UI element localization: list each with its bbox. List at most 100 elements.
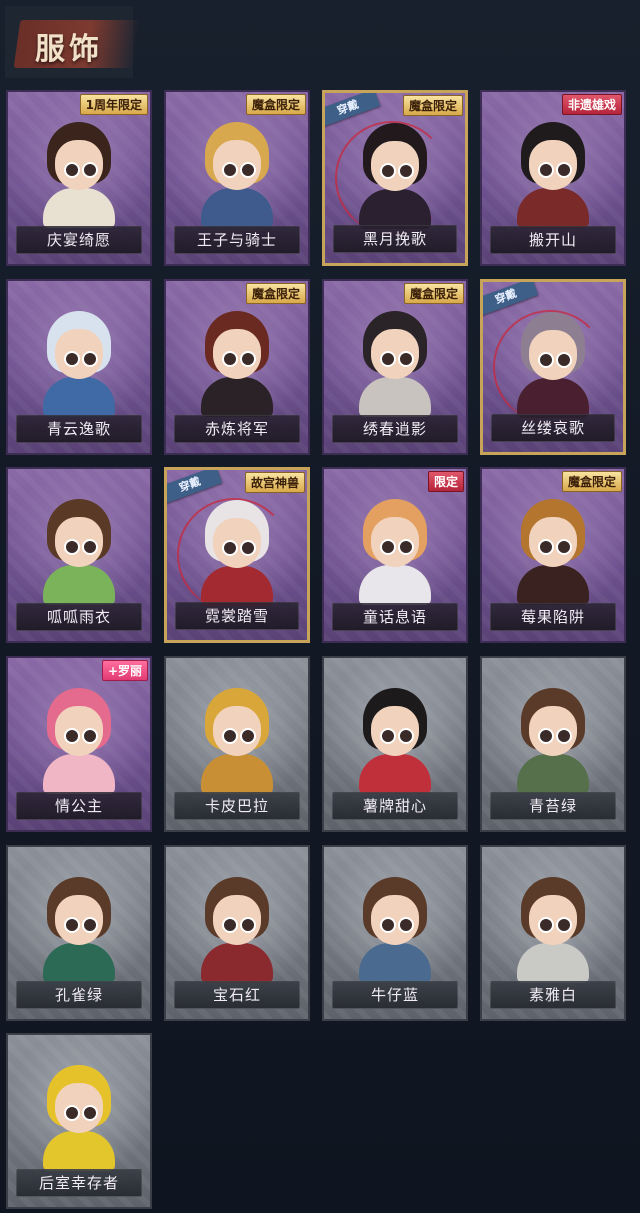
costume-card[interactable]: 魔盒限定 绣春逍影 (322, 279, 468, 455)
portrait-eye (82, 917, 98, 933)
portrait-eye (240, 162, 256, 178)
portrait-eye (64, 1105, 80, 1121)
portrait-body (517, 754, 589, 794)
portrait-eye (538, 352, 554, 368)
costume-card[interactable]: 魔盒限定 王子与骑士 (164, 90, 310, 266)
portrait-eye (398, 163, 414, 179)
portrait-body (43, 188, 115, 228)
costume-card[interactable]: 1周年限定庆宴绮愿 (6, 90, 152, 266)
costume-name: 庆宴绮愿 (16, 226, 142, 254)
portrait-eye (380, 917, 396, 933)
character-portrait (347, 684, 443, 794)
character-portrait (31, 684, 127, 794)
costume-name: 黑月挽歌 (333, 225, 457, 253)
character-portrait (505, 495, 601, 605)
character-portrait (347, 307, 443, 417)
portrait-eye (64, 162, 80, 178)
costume-card[interactable]: 薯牌甜心 (322, 656, 468, 832)
character-portrait (189, 684, 285, 794)
limited-badge: 故宫神兽 (244, 472, 305, 493)
character-portrait (189, 307, 285, 417)
portrait-eye (64, 351, 80, 367)
limited-badge: 魔盒限定 (245, 94, 306, 115)
portrait-eye (240, 351, 256, 367)
costume-name: 孔雀绿 (16, 981, 142, 1009)
portrait-eye (398, 917, 414, 933)
limited-badge: 魔盒限定 (245, 283, 306, 304)
costume-card[interactable]: 限定 童话息语 (322, 467, 468, 643)
portrait-body (517, 943, 589, 983)
portrait-eye (82, 162, 98, 178)
costume-card[interactable]: 宝石红 (164, 845, 310, 1021)
character-portrait (31, 118, 127, 228)
character-portrait (31, 1061, 127, 1171)
portrait-body (201, 943, 273, 983)
costume-card[interactable]: 后室幸存者 (6, 1033, 152, 1209)
limited-badge: +罗丽 (101, 660, 148, 681)
portrait-body (359, 943, 431, 983)
costume-name: 素雅白 (490, 981, 616, 1009)
portrait-body (201, 566, 273, 606)
portrait-eye (380, 351, 396, 367)
header: 服饰 (5, 6, 141, 78)
portrait-eye (222, 351, 238, 367)
costume-card[interactable]: 魔盒限定 穿戴 黑月挽歌 (322, 90, 468, 266)
costume-card[interactable]: 穿戴 丝缕哀歌 (480, 279, 626, 455)
costume-card[interactable]: +罗丽 情公主 (6, 656, 152, 832)
limited-badge: 1周年限定 (79, 94, 148, 115)
portrait-eye (556, 352, 572, 368)
portrait-eye (380, 163, 396, 179)
portrait-eye (64, 728, 80, 744)
costume-card[interactable]: 牛仔蓝 (322, 845, 468, 1021)
portrait-eye (556, 917, 572, 933)
portrait-eye (82, 728, 98, 744)
costume-name: 赤炼将军 (174, 415, 300, 443)
costume-name: 卡皮巴拉 (174, 792, 300, 820)
portrait-eye (380, 539, 396, 555)
costume-card[interactable]: 青云逸歌 (6, 279, 152, 455)
portrait-body (359, 565, 431, 605)
costume-card[interactable]: 魔盒限定赤炼将军 (164, 279, 310, 455)
portrait-eye (222, 917, 238, 933)
character-portrait (347, 873, 443, 983)
portrait-body (517, 378, 589, 418)
costume-card[interactable]: 卡皮巴拉 (164, 656, 310, 832)
costume-name: 宝石红 (174, 981, 300, 1009)
costume-card[interactable]: 孔雀绿 (6, 845, 152, 1021)
portrait-eye (538, 539, 554, 555)
portrait-eye (538, 728, 554, 744)
costume-name: 青云逸歌 (16, 415, 142, 443)
portrait-eye (538, 917, 554, 933)
costume-card[interactable]: 故宫神兽 穿戴 霓裳踏雪 (164, 467, 310, 643)
costume-card[interactable]: 青苔绿 (480, 656, 626, 832)
portrait-body (43, 1131, 115, 1171)
portrait-eye (398, 351, 414, 367)
character-portrait (189, 118, 285, 228)
portrait-eye (82, 351, 98, 367)
portrait-eye (240, 540, 256, 556)
character-portrait (31, 495, 127, 605)
portrait-body (359, 189, 431, 229)
costume-card[interactable]: 呱呱雨衣 (6, 467, 152, 643)
costume-name: 牛仔蓝 (332, 981, 458, 1009)
portrait-eye (240, 728, 256, 744)
portrait-eye (398, 728, 414, 744)
character-portrait (189, 496, 285, 606)
portrait-body (43, 565, 115, 605)
costume-card[interactable]: 魔盒限定 莓果陷阱 (480, 467, 626, 643)
costume-name: 搬开山 (490, 226, 616, 254)
portrait-body (201, 754, 273, 794)
portrait-eye (82, 1105, 98, 1121)
costume-name: 童话息语 (332, 603, 458, 631)
portrait-eye (222, 728, 238, 744)
costume-name: 绣春逍影 (332, 415, 458, 443)
portrait-body (43, 943, 115, 983)
costume-card[interactable]: 素雅白 (480, 845, 626, 1021)
portrait-eye (64, 917, 80, 933)
portrait-body (201, 188, 273, 228)
character-portrait (505, 684, 601, 794)
costume-card[interactable]: 非遗雄戏 搬开山 (480, 90, 626, 266)
character-portrait (31, 307, 127, 417)
character-portrait (31, 873, 127, 983)
portrait-body (43, 754, 115, 794)
